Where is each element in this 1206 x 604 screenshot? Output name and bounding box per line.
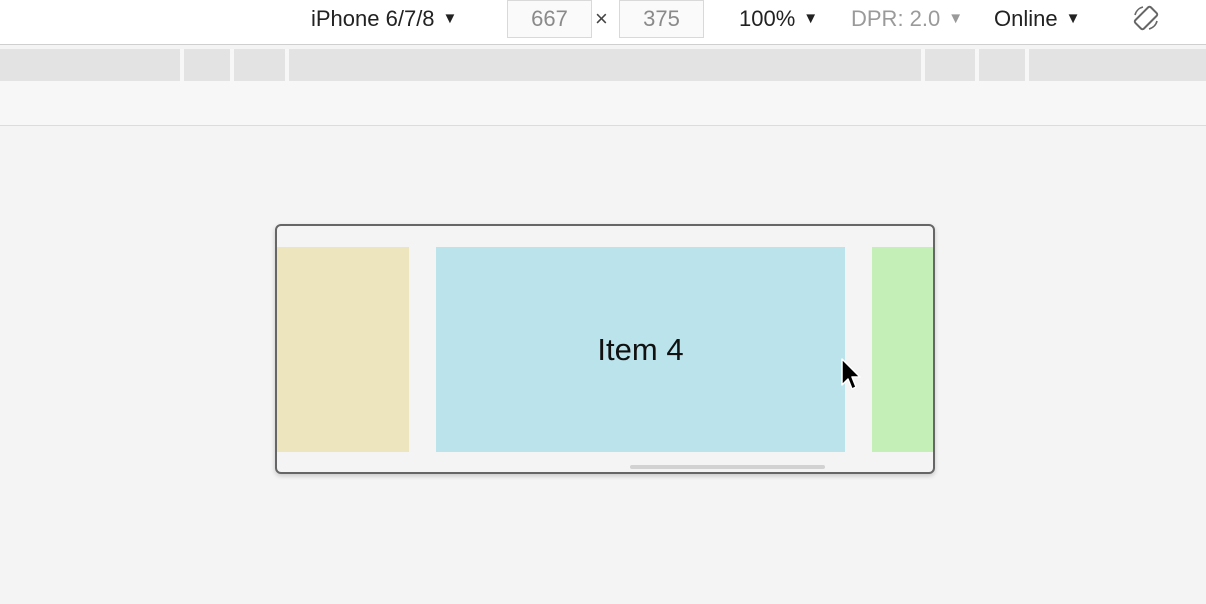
media-query-bar[interactable]: [0, 49, 1206, 81]
mouse-pointer-icon: [841, 358, 861, 390]
carousel-item-next[interactable]: [872, 247, 933, 452]
media-query-divider: [180, 49, 184, 81]
network-select[interactable]: Online ▼: [994, 0, 1080, 37]
media-query-divider: [230, 49, 234, 81]
chevron-down-icon: ▼: [442, 10, 458, 27]
dpr-select[interactable]: DPR: 2.0 ▼: [851, 0, 963, 37]
rotate-icon[interactable]: [1131, 3, 1161, 33]
chevron-down-icon: ▼: [948, 10, 964, 27]
ruler-bar: [0, 81, 1206, 126]
times-icon: ×: [595, 6, 608, 31]
device-viewport[interactable]: Item 4: [275, 224, 935, 474]
media-query-divider: [285, 49, 289, 81]
zoom-select-label: 100%: [739, 5, 796, 31]
scroll-indicator: [630, 465, 825, 469]
device-select[interactable]: iPhone 6/7/8 ▼: [311, 0, 457, 37]
chevron-down-icon: ▼: [803, 10, 819, 27]
zoom-select[interactable]: 100% ▼: [739, 0, 818, 37]
carousel-item-label: Item 4: [597, 331, 684, 367]
media-query-divider: [1025, 49, 1029, 81]
chevron-down-icon: ▼: [1065, 10, 1081, 27]
carousel-item-current[interactable]: Item 4: [436, 247, 845, 452]
dpr-select-label: DPR: 2.0: [851, 5, 941, 31]
height-input[interactable]: 375: [619, 0, 704, 38]
network-select-label: Online: [994, 5, 1058, 31]
media-query-divider: [921, 49, 925, 81]
media-query-divider: [975, 49, 979, 81]
width-input[interactable]: 667: [507, 0, 592, 38]
device-toolbar: iPhone 6/7/8 ▼ 667 × 375 100% ▼ DPR: 2.0…: [0, 0, 1206, 45]
device-select-label: iPhone 6/7/8: [311, 5, 435, 31]
carousel-item-previous[interactable]: [277, 247, 409, 452]
